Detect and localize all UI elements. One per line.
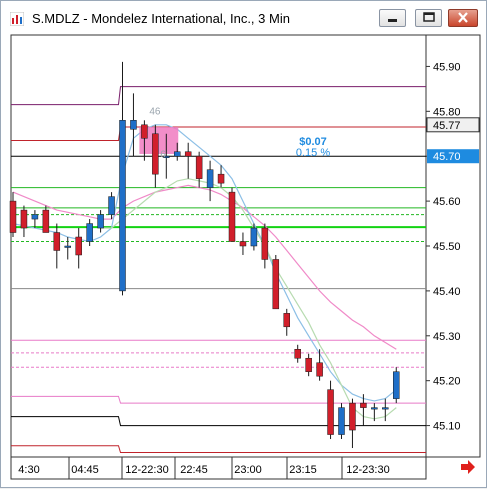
- candle[interactable]: [272, 259, 280, 310]
- change-percent: 0.15 %: [296, 147, 330, 159]
- x-tick-label: 23:00: [234, 464, 262, 476]
- plot-area[interactable]: [10, 34, 427, 458]
- candle[interactable]: [64, 245, 71, 248]
- candle[interactable]: [97, 214, 104, 229]
- order-label: 46: [149, 106, 161, 117]
- order-label: 6: [160, 150, 166, 161]
- candle[interactable]: [9, 200, 17, 233]
- chart-window: S.MDLZ - Mondelez International, Inc., 3…: [0, 0, 487, 488]
- candle[interactable]: [53, 232, 61, 251]
- x-tick-label: 22:45: [180, 464, 208, 476]
- x-tick-label: 04:45: [71, 464, 99, 476]
- candle[interactable]: [360, 402, 367, 408]
- y-tick-label: 45.60: [433, 196, 461, 208]
- x-tick-label: 4:30: [18, 464, 39, 476]
- x-tick-label: 12-22:30: [125, 464, 168, 476]
- y-tick-label: 45.80: [433, 106, 461, 118]
- candle[interactable]: [141, 124, 148, 139]
- candle[interactable]: [42, 209, 50, 233]
- candle[interactable]: [371, 407, 378, 410]
- candle[interactable]: [31, 214, 39, 220]
- candle[interactable]: [305, 357, 312, 372]
- candle[interactable]: [316, 362, 323, 377]
- candle[interactable]: [382, 407, 389, 410]
- candle[interactable]: [261, 227, 269, 260]
- y-tick-label: 45.10: [433, 421, 461, 433]
- x-tick-label: 12-23:30: [346, 464, 389, 476]
- last-price-label: 45.70: [433, 151, 461, 163]
- candle[interactable]: [174, 151, 181, 157]
- price-chart[interactable]: 466$0.070.15 %45.9045.8045.7045.6045.504…: [1, 1, 487, 489]
- candle[interactable]: [228, 191, 236, 242]
- candle[interactable]: [294, 349, 301, 359]
- candle[interactable]: [108, 196, 115, 215]
- candle[interactable]: [86, 223, 93, 242]
- candle[interactable]: [239, 241, 247, 247]
- y-tick-label: 45.40: [433, 286, 461, 298]
- scroll-right-button[interactable]: [460, 460, 476, 474]
- y-tick-label: 45.50: [433, 241, 461, 253]
- candle[interactable]: [250, 227, 258, 247]
- candle[interactable]: [75, 236, 82, 256]
- candle[interactable]: [393, 371, 400, 399]
- candle[interactable]: [283, 313, 290, 328]
- arrow-right-icon: [461, 460, 475, 474]
- y-tick-label: 45.20: [433, 376, 461, 388]
- candle[interactable]: [338, 407, 345, 435]
- x-tick-label: 23:15: [289, 464, 317, 476]
- candle[interactable]: [20, 209, 28, 229]
- candle[interactable]: [206, 169, 214, 188]
- y-tick-label: 45.30: [433, 331, 461, 343]
- y-tick-label: 45.90: [433, 61, 461, 73]
- candle[interactable]: [152, 133, 159, 175]
- candle[interactable]: [327, 389, 334, 435]
- candle[interactable]: [130, 120, 137, 130]
- candle[interactable]: [184, 151, 192, 157]
- candle[interactable]: [195, 155, 203, 179]
- candle[interactable]: [217, 173, 225, 184]
- ref-price-label: 45.77: [433, 120, 461, 132]
- candle[interactable]: [119, 120, 126, 292]
- candle[interactable]: [349, 402, 356, 431]
